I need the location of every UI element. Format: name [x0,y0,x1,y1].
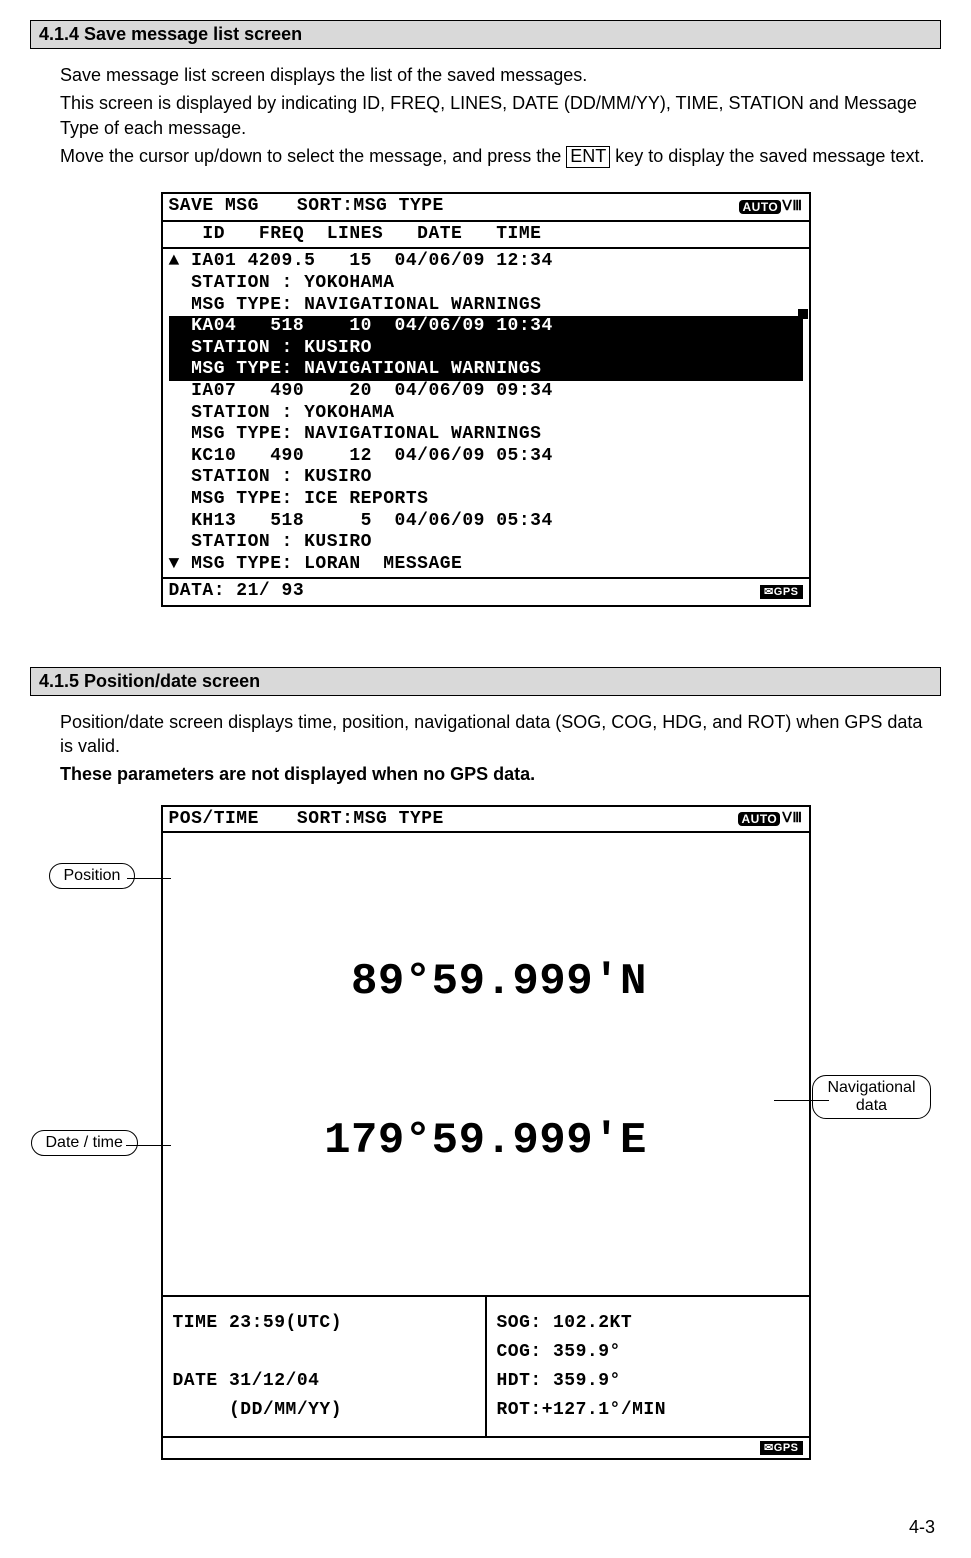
list-row[interactable]: MSG TYPE: ICE REPORTS [169,489,803,511]
section-heading-415: 4.1.5 Position/date screen [30,667,941,696]
data-counter: DATA: 21/ 93 [169,581,305,603]
auto-badge: AUTO [739,200,781,214]
paragraph-414-3: Move the cursor up/down to select the me… [30,144,941,168]
list-row[interactable]: ▼ MSG TYPE: LORAN MESSAGE [169,554,803,576]
list-row[interactable]: KA04 518 10 04/06/09 10:34 [169,316,803,338]
list-row[interactable]: IA07 490 20 04/06/09 09:34 [169,381,803,403]
callout-navdata: Navigational data [812,1075,930,1119]
sort-label: SORT:MSG TYPE [297,809,444,829]
callout-line [774,1100,829,1101]
list-row[interactable]: STATION : KUSIRO [169,467,803,489]
page-number: 4-3 [909,1517,935,1538]
list-row[interactable]: STATION : YOKOHAMA [169,403,803,425]
list-row[interactable]: KC10 490 12 04/06/09 05:34 [169,446,803,468]
hdt-value: HDT: 359.9° [497,1367,799,1396]
list-row[interactable]: ▲ IA01 4209.5 15 04/06/09 12:34 [169,251,803,273]
section-heading-414: 4.1.4 Save message list screen [30,20,941,49]
cog-value: COG: 359.9° [497,1338,799,1367]
paragraph-414-2: This screen is displayed by indicating I… [30,91,941,140]
gps-badge: ✉GPS [760,585,802,599]
list-row[interactable]: STATION : KUSIRO [169,532,803,554]
column-header: ID FREQ LINES DATE TIME [163,222,809,250]
callout-line [126,1145,171,1146]
longitude: 179°59.999'E [167,1115,805,1168]
screen-footer: DATA: 21/ 93 ✉GPS [163,577,809,605]
time-value: TIME 23:59(UTC) [173,1309,475,1338]
paragraph-415-1: Position/date screen displays time, posi… [30,710,941,759]
paragraph-text: key to display the saved message text. [610,146,924,166]
list-row[interactable]: KH13 518 5 04/06/09 05:34 [169,511,803,533]
list-row[interactable]: STATION : KUSIRO [169,338,803,360]
callout-datetime: Date / time [31,1130,138,1156]
nav-column: SOG: 102.2KT COG: 359.9° HDT: 359.9° ROT… [487,1297,809,1436]
nav-data-table: TIME 23:59(UTC) DATE 31/12/04 (DD/MM/YY)… [163,1295,809,1436]
message-list[interactable]: ▲ IA01 4209.5 15 04/06/09 12:34 STATION … [163,249,809,577]
screen2-title: POS/TIME [169,809,259,829]
columns-text: ID FREQ LINES DATE TIME [169,224,542,244]
latitude: 89°59.999'N [167,956,805,1009]
position-date-screen: POS/TIME SORT:MSG TYPE AUTO ⅤⅢ 89°59.999… [161,805,811,1461]
scrollbar[interactable] [803,249,808,577]
paragraph-414-1: Save message list screen displays the li… [30,63,941,87]
position-display: 89°59.999'N 179°59.999'E [163,833,809,1295]
screen2-header: POS/TIME SORT:MSG TYPE AUTO ⅤⅢ [163,807,809,833]
sort-label: SORT:MSG TYPE [297,196,444,218]
rot-value: ROT:+127.1°/MIN [497,1396,799,1425]
screen2-container: Position Date / time Navigational data P… [161,805,811,1461]
gps-badge: ✉GPS [760,1441,802,1455]
screen-title: SAVE MSG [169,196,259,218]
date-value: DATE 31/12/04 [173,1367,475,1396]
auto-badge: AUTO [738,812,780,826]
save-msg-screen: SAVE MSG SORT:MSG TYPE AUTO ⅤⅢ ID FREQ L… [161,192,811,607]
mode-indicator: ⅤⅢ [782,199,802,216]
list-row[interactable]: MSG TYPE: NAVIGATIONAL WARNINGS [169,359,803,381]
callout-position: Position [49,863,136,889]
paragraph-415-2: These parameters are not displayed when … [30,762,941,786]
sog-value: SOG: 102.2KT [497,1309,799,1338]
list-row[interactable]: MSG TYPE: NAVIGATIONAL WARNINGS [169,295,803,317]
callout-line [127,878,171,879]
list-row[interactable]: STATION : YOKOHAMA [169,273,803,295]
ent-key: ENT [566,146,610,168]
paragraph-text: Move the cursor up/down to select the me… [60,146,566,166]
date-format: (DD/MM/YY) [173,1396,475,1425]
datetime-column: TIME 23:59(UTC) DATE 31/12/04 (DD/MM/YY) [163,1297,487,1436]
list-row[interactable]: MSG TYPE: NAVIGATIONAL WARNINGS [169,424,803,446]
screen-header: SAVE MSG SORT:MSG TYPE AUTO ⅤⅢ [163,194,809,222]
screen2-footer: ✉GPS [163,1436,809,1458]
mode-indicator: ⅤⅢ [782,810,802,827]
